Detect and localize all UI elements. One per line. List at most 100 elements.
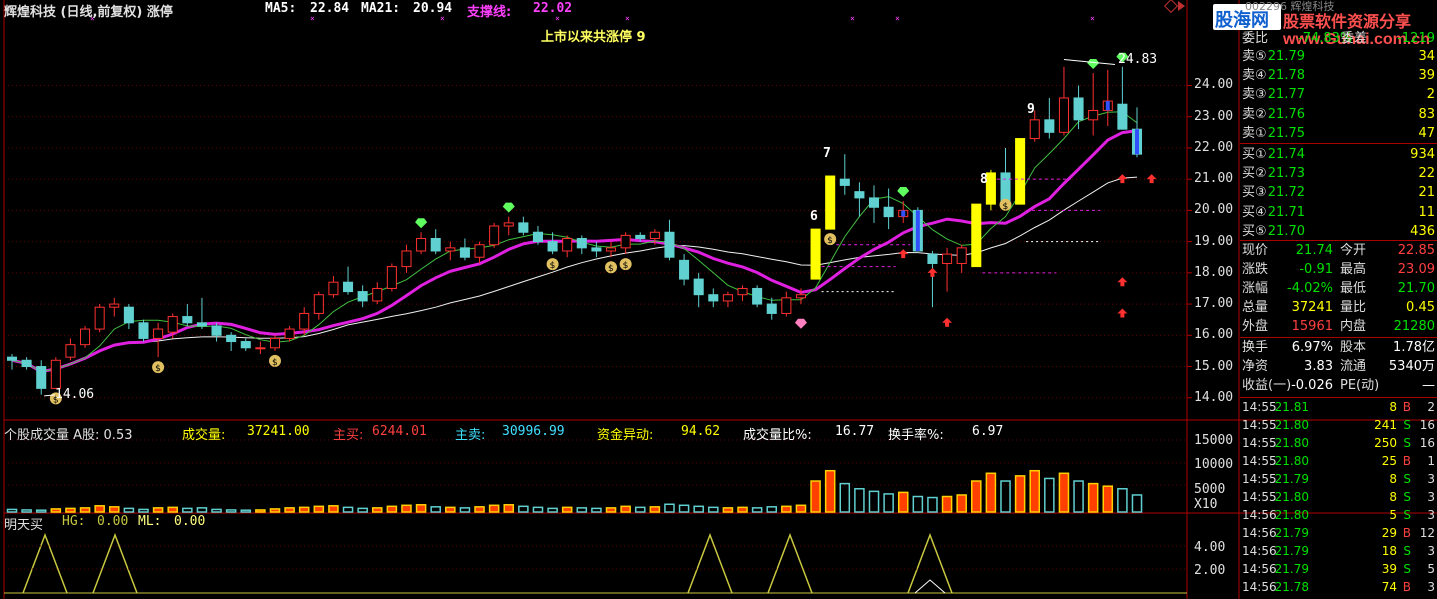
quote-stat-row[interactable]: 现价 21.74 今开 22.85 — [1240, 241, 1437, 260]
tick-side: S — [1403, 436, 1411, 450]
tick-row[interactable]: 14:55 21.80 241 S 16 — [1240, 416, 1437, 434]
tick-row[interactable]: 14:56 21.80 5 S 3 — [1240, 506, 1437, 524]
volume-bar — [211, 508, 222, 513]
candle-body — [942, 253, 953, 264]
tick-row[interactable]: 14:56 21.78 74 B 3 — [1240, 578, 1437, 596]
ask-price: 21.76 — [1267, 106, 1305, 122]
candle-body — [708, 294, 719, 302]
volume-bar — [897, 491, 909, 513]
bid-row[interactable]: 买③ 21.72 21 — [1240, 183, 1437, 202]
tick-count: 16 — [1419, 436, 1435, 450]
ask-volume: 2 — [1426, 87, 1435, 103]
volume-bar — [766, 506, 778, 513]
candle-body — [416, 237, 427, 252]
tick-time: 14:56 — [1242, 562, 1277, 576]
candle-body — [1117, 103, 1128, 130]
ask-row[interactable]: 卖③ 21.77 2 — [1240, 85, 1437, 104]
quote-stat-row[interactable]: 外盘 15961 内盘 21280 — [1240, 317, 1437, 336]
quote-stat-row[interactable]: 涨跌 -0.91 最高 23.09 — [1240, 260, 1437, 279]
ma5-value: 22.84 — [310, 1, 350, 16]
bid-row[interactable]: 买⑤ 21.70 436 — [1240, 222, 1437, 241]
quote-stat-row[interactable]: 净资 3.83 流通 5340万 — [1240, 357, 1437, 376]
tick-side: B — [1402, 526, 1411, 540]
volume-bar — [1058, 472, 1070, 513]
stat-value: 6.97% — [1291, 340, 1333, 355]
money-bag-icon: $ — [827, 236, 833, 246]
up-arrow-icon — [1146, 174, 1157, 184]
hg-value: 0.00 — [97, 514, 129, 529]
tick-row[interactable]: 14:55 21.80 25 B 1 — [1240, 452, 1437, 470]
candle-body — [50, 359, 61, 389]
candle-body — [21, 359, 32, 368]
volume-bar — [722, 507, 734, 513]
tick-volume: 250 — [1374, 436, 1397, 450]
marker-x: × — [1090, 14, 1095, 23]
tick-count: 3 — [1427, 472, 1435, 486]
candle-body — [1029, 119, 1040, 140]
bid-row[interactable]: 买④ 21.71 11 — [1240, 203, 1437, 222]
volume-bar — [912, 495, 924, 513]
volume-bar — [518, 505, 529, 513]
bid-row[interactable]: 买① 21.74 934 — [1240, 145, 1437, 164]
limit-count-7: 7 — [823, 146, 831, 161]
tick-volume: 8 — [1389, 400, 1397, 414]
candle-body — [80, 328, 91, 346]
candle-body — [182, 316, 193, 324]
candle-body — [737, 287, 748, 296]
tick-row[interactable]: 14:55 21.80 250 S 16 — [1240, 434, 1437, 452]
stat-label: 净资 — [1242, 359, 1269, 374]
ask-row[interactable]: 卖⑤ 21.79 34 — [1240, 47, 1437, 66]
candle-body — [766, 303, 777, 314]
up-arrow-icon — [1117, 277, 1128, 287]
candle-body — [562, 237, 573, 252]
volume-bar — [605, 507, 617, 513]
ask-volume: 47 — [1418, 125, 1435, 141]
tick-time: 14:55 — [1242, 400, 1277, 414]
bid-label: 买② — [1242, 166, 1267, 182]
quote-stat-row[interactable]: 换手 6.97% 股本 1.78亿 — [1240, 338, 1437, 357]
bid-row[interactable]: 买② 21.73 22 — [1240, 164, 1437, 183]
tick-row[interactable]: 14:55 21.80 8 S 3 — [1240, 488, 1437, 506]
volume-bar — [503, 504, 515, 513]
volume-bar — [328, 505, 339, 513]
candle-body — [649, 231, 660, 239]
quote-stat-row[interactable]: 涨幅 -4.02% 最低 21.70 — [1240, 279, 1437, 298]
volume-bar — [35, 509, 47, 513]
tick-row[interactable]: 14:56 21.79 18 S 3 — [1240, 542, 1437, 560]
ask-row[interactable]: 卖① 21.75 47 — [1240, 124, 1437, 143]
volume-bar — [108, 506, 120, 513]
volume-bar — [94, 505, 105, 513]
candle-body — [269, 337, 281, 349]
stat-label: 股本 — [1340, 340, 1367, 355]
main-sell-value: 30996.99 — [502, 424, 565, 439]
tick-price: 21.80 — [1274, 490, 1309, 504]
ask-row[interactable]: 卖④ 21.78 39 — [1240, 66, 1437, 85]
volume-bar — [576, 507, 588, 513]
stat-label: 流通 — [1340, 359, 1367, 374]
candle-body — [605, 247, 617, 252]
tick-volume: 241 — [1374, 418, 1397, 432]
quote-stat-row[interactable]: 收益(一) -0.026 PE(动) — — [1240, 376, 1437, 395]
indicator-spike — [92, 532, 138, 594]
stat-label: 量比 — [1340, 300, 1367, 315]
tick-side: S — [1403, 490, 1411, 504]
tick-price: 21.79 — [1274, 526, 1309, 540]
tick-row[interactable]: 14:56 21.79 39 S 5 — [1240, 560, 1437, 578]
quote-stat-row[interactable]: 总量 37241 量比 0.45 — [1240, 298, 1437, 317]
diamond-icon — [502, 202, 515, 213]
ma21-label: MA21: — [361, 1, 401, 16]
indicator-spike — [767, 532, 813, 594]
ask-price: 21.77 — [1267, 87, 1305, 103]
axis-label: 17.00 — [1194, 296, 1234, 312]
play-icon[interactable] — [1178, 1, 1185, 11]
tick-row[interactable]: 14:55 21.81 8 B 2 — [1240, 398, 1437, 416]
volume-bar — [284, 507, 295, 513]
volume-bar — [927, 496, 938, 513]
volume-bar — [751, 507, 763, 513]
ask-row[interactable]: 卖② 21.76 83 — [1240, 105, 1437, 124]
volume-bar — [1087, 482, 1099, 513]
tick-row[interactable]: 14:56 21.79 29 B 12 — [1240, 524, 1437, 542]
tick-row[interactable]: 14:55 21.79 8 S 3 — [1240, 470, 1437, 488]
volume-bar — [532, 506, 544, 513]
stat-label: 最低 — [1340, 281, 1367, 296]
